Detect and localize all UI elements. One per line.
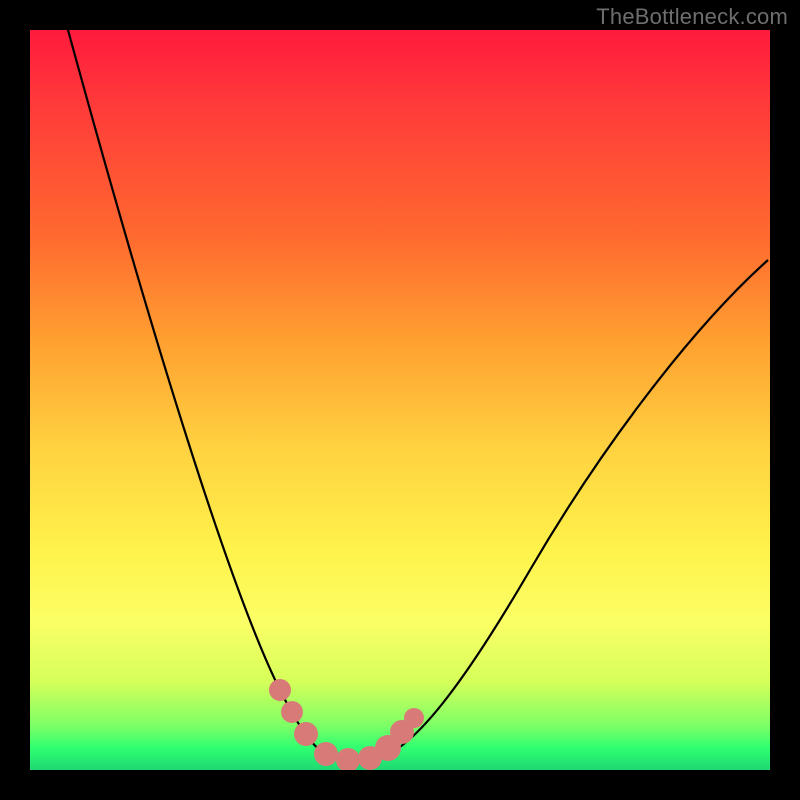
plot-area [30, 30, 770, 770]
highlight-dots [269, 679, 424, 770]
bottleneck-curve [68, 30, 768, 762]
chart-frame: TheBottleneck.com [0, 0, 800, 800]
bottleneck-curve-svg [30, 30, 770, 770]
watermark-text: TheBottleneck.com [596, 4, 788, 30]
